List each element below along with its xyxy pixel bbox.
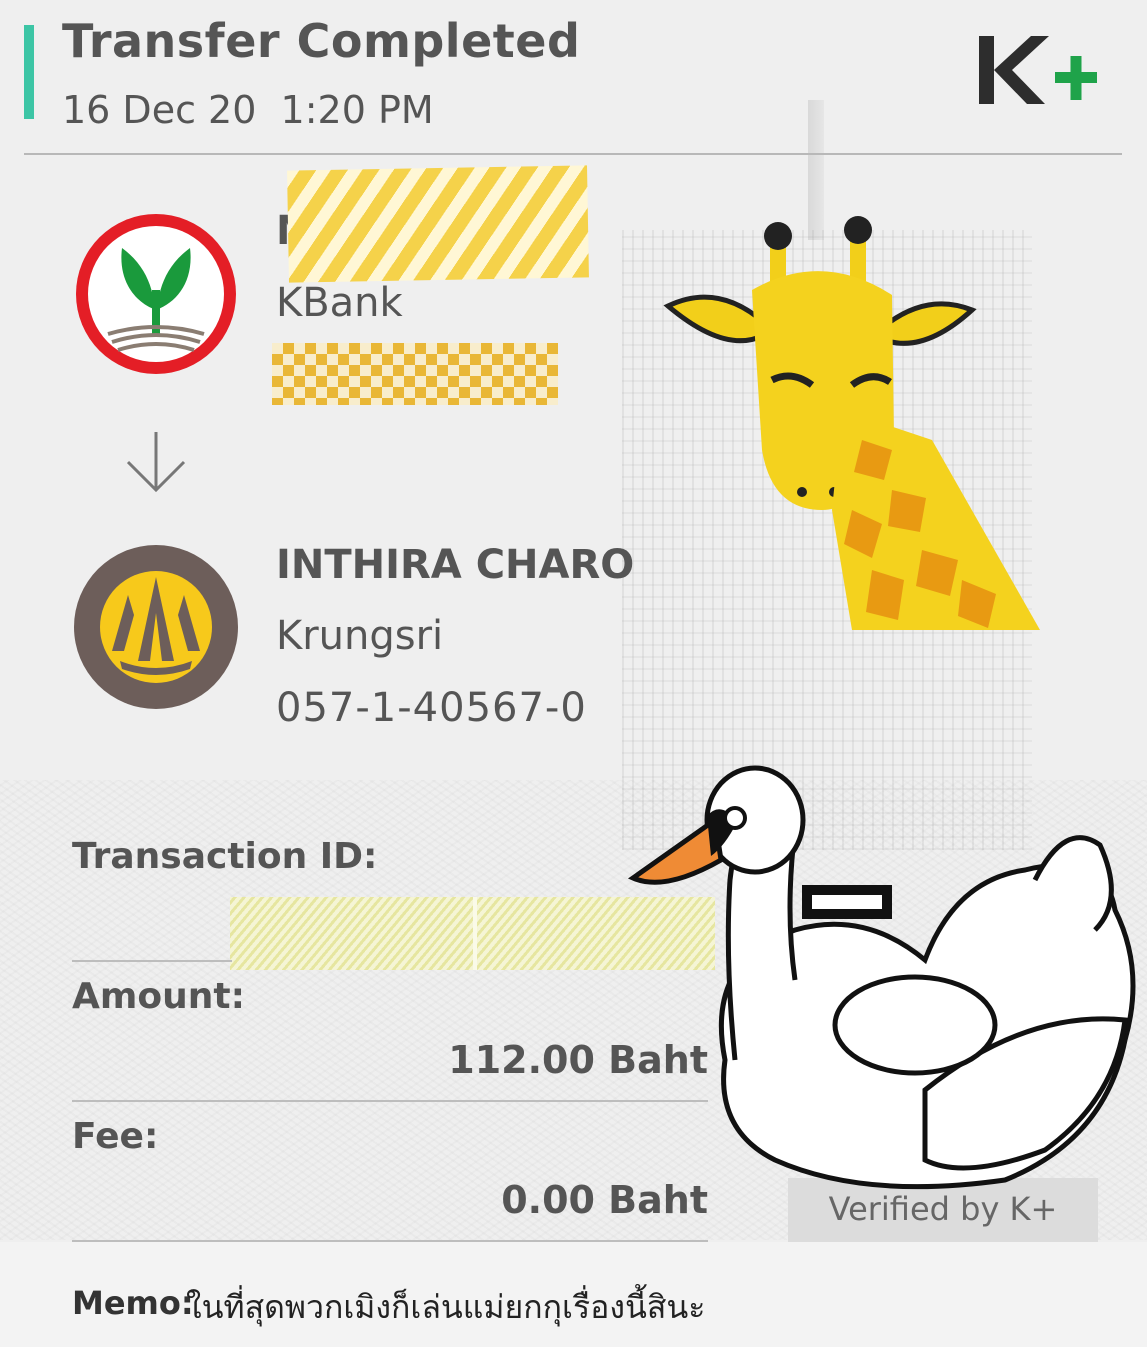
amount-label: Amount: (72, 976, 245, 1017)
divider (72, 960, 232, 962)
redaction-tape-seam (473, 897, 477, 970)
sender-bank: KBank (276, 280, 403, 326)
receiver-bank: Krungsri (276, 613, 444, 659)
kbank-logo-icon (76, 214, 236, 374)
kplus-logo (979, 36, 1097, 104)
arrow-down-icon (126, 432, 186, 493)
swan-float-sticker (627, 765, 1136, 1190)
krungsri-logo-icon (74, 545, 238, 709)
giraffe-sticker (663, 216, 1040, 630)
receiver-name: INTHIRA CHARO (276, 542, 635, 588)
memo-label: Memo: (72, 1284, 194, 1322)
page-title: Transfer Completed (62, 14, 581, 68)
transfer-datetime: 16 Dec 20 1:20 PM (62, 88, 434, 132)
header-accent-bar (24, 25, 34, 119)
redaction-tape (287, 165, 589, 283)
memo-text: ในที่สุดพวกเมิงก็เล่นแม่ยกกุเรื่องนี้สิน… (186, 1288, 706, 1326)
header-divider (24, 153, 1122, 155)
redaction-tape (272, 343, 558, 405)
transaction-id-label: Transaction ID: (72, 836, 378, 877)
receiver-account-number: 057-1-40567-0 (276, 685, 587, 731)
fee-label: Fee: (72, 1116, 159, 1157)
divider (72, 1100, 708, 1102)
